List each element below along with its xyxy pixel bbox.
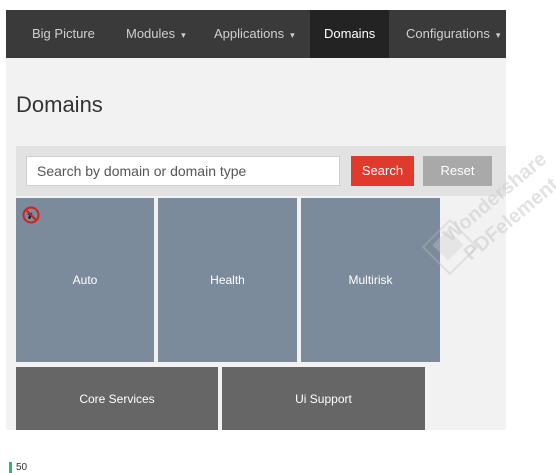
page-marker [9,462,12,473]
domain-tile-ui-support[interactable]: Ui Support [222,367,425,430]
domain-tile-auto[interactable]: Auto [16,198,154,362]
search-bar: Search Reset [16,146,506,196]
nav-item-big-picture[interactable]: Big Picture [32,10,95,58]
chevron-down-icon: ▾ [290,29,295,40]
tile-label: Multirisk [348,273,393,287]
domain-tile-core-services[interactable]: Core Services [16,367,218,430]
nav-item-domains[interactable]: Domains [310,10,390,58]
app-window: Big Picture Modules ▾ Applications ▾ Domai… [6,10,506,430]
reset-button[interactable]: Reset [423,156,492,186]
no-entry-icon [22,206,40,224]
domain-tile-health[interactable]: Health [158,198,297,362]
chevron-down-icon: ▾ [181,29,186,40]
search-button[interactable]: Search [351,156,414,186]
nav-item-modules[interactable]: Modules ▾ [126,10,186,58]
nav-item-label: Applications [214,26,285,41]
tile-label: Core Services [79,391,155,406]
top-navbar: Big Picture Modules ▾ Applications ▾ Domai… [6,10,506,58]
nav-item-applications[interactable]: Applications ▾ [214,10,295,58]
search-input[interactable] [26,156,340,186]
nav-item-configurations[interactable]: Configurations ▾ [406,10,500,58]
nav-item-label: Modules [126,26,176,41]
nav-item-label: Domains [324,26,376,41]
chevron-down-icon: ▾ [495,29,501,40]
page-title: Domains [16,92,103,117]
nav-item-label: Big Picture [32,26,95,41]
nav-item-label: Configurations [406,26,490,41]
domain-tile-multirisk[interactable]: Multirisk [301,198,440,362]
page-number: 50 [16,462,28,473]
tile-label: Ui Support [295,391,352,406]
tile-label: Health [210,273,245,287]
tile-label: Auto [72,273,98,287]
